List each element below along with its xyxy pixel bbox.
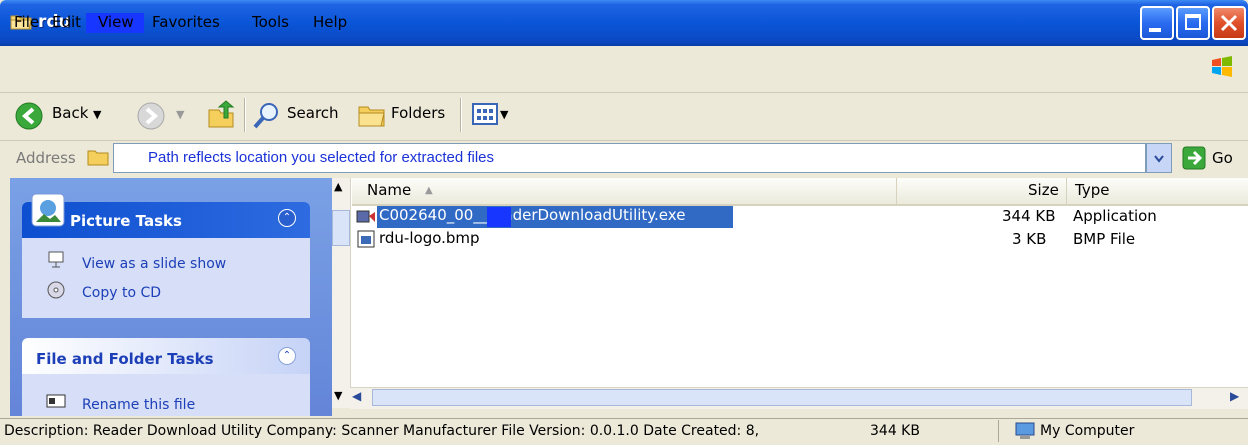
file-type-bmp: BMP File <box>1073 230 1136 248</box>
minimize-button[interactable] <box>1140 6 1174 40</box>
rename-file-link[interactable]: Rename this file <box>82 397 195 413</box>
column-name-label[interactable]: Name <box>367 181 411 199</box>
collapse-file-tasks-icon[interactable]: ⌃ <box>278 347 296 365</box>
picture-tasks-icon <box>31 193 65 227</box>
sort-ascending-icon: ▲ <box>425 185 433 196</box>
column-type-label[interactable]: Type <box>1075 181 1109 199</box>
chevron-down-icon <box>1154 155 1164 163</box>
status-description: Description: Reader Download Utility Com… <box>4 423 760 439</box>
folders-icon[interactable] <box>357 101 387 129</box>
folders-button[interactable]: Folders <box>391 104 445 122</box>
go-arrow-icon[interactable] <box>1182 146 1206 170</box>
file-size-bmp: 3 KB <box>1012 230 1047 248</box>
views-dropdown-icon[interactable]: ▼ <box>500 108 508 121</box>
address-dropdown-button[interactable] <box>1146 143 1172 173</box>
menu-tools[interactable]: Tools <box>252 13 289 31</box>
file-name-bmp[interactable]: rdu-logo.bmp <box>379 229 480 247</box>
my-computer-icon <box>1015 422 1035 439</box>
slideshow-icon <box>48 251 64 268</box>
horizontal-scroll-thumb[interactable] <box>372 389 1192 406</box>
menu-view[interactable]: View <box>98 13 134 31</box>
bmp-file-icon[interactable] <box>357 230 375 248</box>
back-dropdown-icon[interactable]: ▼ <box>93 108 101 121</box>
picture-tasks-title[interactable]: Picture Tasks <box>70 212 182 230</box>
rename-icon <box>46 394 66 408</box>
up-folder-icon[interactable] <box>206 100 236 130</box>
go-button[interactable]: Go <box>1212 149 1233 167</box>
application-exe-icon[interactable] <box>356 208 376 226</box>
scroll-left-icon[interactable]: ◀ <box>352 389 361 403</box>
scroll-down-icon[interactable]: ▼ <box>334 389 342 402</box>
standard-toolbar <box>0 92 1248 141</box>
menu-edit[interactable]: Edit <box>52 13 81 31</box>
search-icon[interactable] <box>252 100 282 130</box>
menu-file[interactable]: File <box>14 13 39 31</box>
maximize-button[interactable] <box>1176 6 1210 40</box>
menu-help[interactable]: Help <box>313 13 347 31</box>
close-button[interactable] <box>1212 6 1246 40</box>
vertical-scroll-thumb[interactable] <box>332 210 350 246</box>
menu-bar <box>0 46 1248 93</box>
collapse-picture-tasks-icon[interactable]: ⌃ <box>278 209 296 227</box>
redaction-block <box>487 207 511 227</box>
address-folder-icon <box>87 150 109 166</box>
back-arrow-icon[interactable] <box>14 101 44 131</box>
back-button[interactable]: Back <box>52 104 88 122</box>
forward-dropdown-icon[interactable]: ▼ <box>176 108 184 121</box>
scroll-up-icon[interactable]: ▲ <box>334 180 342 193</box>
forward-arrow-icon[interactable] <box>136 101 166 131</box>
status-size: 344 KB <box>870 423 920 439</box>
file-type-exe: Application <box>1073 207 1157 225</box>
search-button[interactable]: Search <box>287 104 339 122</box>
address-label: Address <box>16 149 76 167</box>
status-location: My Computer <box>1040 423 1135 439</box>
windows-logo-icon <box>1212 56 1232 77</box>
cd-icon <box>47 281 65 299</box>
scroll-right-icon[interactable]: ▶ <box>1230 389 1239 403</box>
column-header-name[interactable] <box>352 178 896 206</box>
view-slideshow-link[interactable]: View as a slide show <box>82 256 226 272</box>
copy-to-cd-link[interactable]: Copy to CD <box>82 285 161 301</box>
address-value[interactable]: Path reflects location you selected for … <box>148 149 494 166</box>
close-icon <box>1220 14 1238 32</box>
file-folder-tasks-title[interactable]: File and Folder Tasks <box>36 350 214 368</box>
column-size-label[interactable]: Size <box>1028 181 1059 199</box>
file-name-exe[interactable]: C002640_00__readerDownloadUtility.exe <box>379 206 685 224</box>
menu-favorites[interactable]: Favorites <box>152 13 220 31</box>
file-size-exe: 344 KB <box>1002 207 1056 225</box>
views-icon[interactable] <box>472 102 498 126</box>
